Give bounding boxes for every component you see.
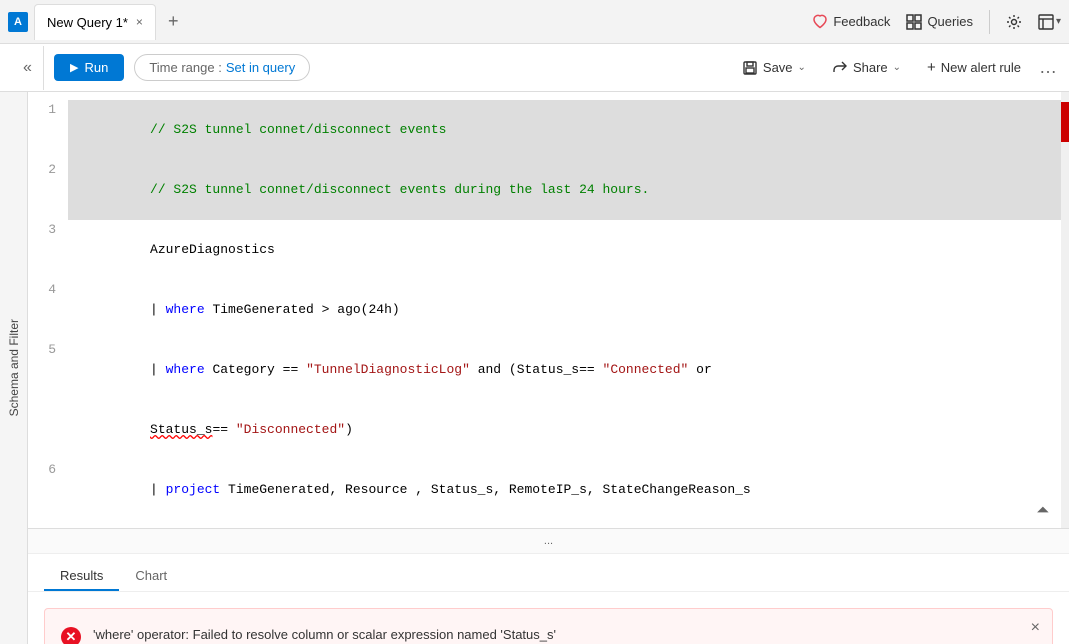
run-label: Run — [84, 60, 108, 75]
code-line-4: 4 | where TimeGenerated > ago(24h) — [28, 280, 1069, 340]
code-editor[interactable]: 1 // S2S tunnel connet/disconnect events… — [28, 92, 1069, 529]
line-number-5: 5 — [28, 340, 68, 360]
settings-button[interactable] — [1006, 14, 1022, 30]
error-icon: ✕ — [61, 627, 81, 644]
chevron-down-icon: ▾ — [1056, 16, 1061, 27]
grid-icon — [906, 14, 922, 30]
save-chevron-icon: ⌄ — [798, 62, 806, 73]
plus-icon: + — [927, 59, 936, 76]
code-line-3: 3 AzureDiagnostics — [28, 220, 1069, 280]
line-content-1: // S2S tunnel connet/disconnect events — [68, 100, 1069, 160]
title-bar-divider — [989, 10, 990, 34]
editor-scrollbar[interactable] — [1061, 92, 1069, 528]
collapse-editor-button[interactable]: ⏶ — [1036, 502, 1049, 520]
feedback-button[interactable]: Feedback — [812, 14, 890, 30]
save-icon — [742, 60, 758, 76]
code-line-5b: Status_s== "Disconnected") — [28, 400, 1069, 460]
schema-filter-sidebar[interactable]: Schema and Filter — [0, 92, 28, 644]
line-number-1: 1 — [28, 100, 68, 120]
line-content-4: | where TimeGenerated > ago(24h) — [68, 280, 1069, 340]
expand-handle[interactable]: ... — [28, 529, 1069, 554]
error-message-line1: 'where' operator: Failed to resolve colu… — [93, 625, 698, 644]
gear-icon — [1006, 14, 1022, 30]
line-content-5: | where Category == "TunnelDiagnosticLog… — [68, 340, 1069, 400]
line-content-5b: Status_s== "Disconnected") — [68, 400, 1069, 460]
view-button[interactable]: ▾ — [1038, 14, 1061, 30]
share-chevron-icon: ⌄ — [893, 62, 901, 73]
toolbar: « ▶ Run Time range : Set in query Save ⌄… — [0, 44, 1069, 92]
editor-results-area: 1 // S2S tunnel connet/disconnect events… — [28, 92, 1069, 644]
error-close-button[interactable]: × — [1031, 619, 1040, 637]
tab-label: New Query 1* — [47, 15, 128, 30]
results-area: Results Chart ✕ 'where' operator: Failed… — [28, 554, 1069, 644]
more-options-button[interactable]: … — [1039, 57, 1057, 78]
time-range-prefix: Time range : — [149, 60, 222, 75]
layout-icon — [1038, 14, 1054, 30]
line-content-3: AzureDiagnostics — [68, 220, 1069, 280]
main-content: Schema and Filter 1 // S2S tunnel connet… — [0, 92, 1069, 644]
error-container: ✕ 'where' operator: Failed to resolve co… — [44, 608, 1053, 644]
tab-close-icon[interactable]: × — [136, 15, 143, 29]
heart-icon — [812, 14, 828, 30]
new-alert-label: New alert rule — [941, 60, 1021, 75]
save-label: Save — [763, 60, 793, 75]
chevron-left-icon: « — [23, 59, 32, 77]
app-logo: A — [8, 12, 28, 32]
run-button[interactable]: ▶ Run — [54, 54, 124, 81]
editor-scroll-thumb — [1061, 102, 1069, 142]
line-number-6: 6 — [28, 460, 68, 480]
add-tab-button[interactable]: + — [162, 11, 185, 32]
query-tab[interactable]: New Query 1* × — [34, 4, 156, 40]
code-line-2: 2 // S2S tunnel connet/disconnect events… — [28, 160, 1069, 220]
feedback-label: Feedback — [833, 14, 890, 29]
line-content-6: | project TimeGenerated, Resource , Stat… — [68, 460, 1069, 520]
line-number-2: 2 — [28, 160, 68, 180]
results-tabs: Results Chart — [28, 554, 1069, 592]
title-bar-left: A New Query 1* × + — [8, 4, 184, 40]
play-icon: ▶ — [70, 61, 78, 74]
save-button[interactable]: Save ⌄ — [734, 56, 814, 80]
sidebar-toggle-button[interactable]: « — [12, 46, 44, 90]
line-number-3: 3 — [28, 220, 68, 240]
share-label: Share — [853, 60, 888, 75]
code-line-1: 1 // S2S tunnel connet/disconnect events — [28, 100, 1069, 160]
title-bar-right: Feedback Queries ▾ — [812, 10, 1061, 34]
code-line-5: 5 | where Category == "TunnelDiagnosticL… — [28, 340, 1069, 400]
line-number-4: 4 — [28, 280, 68, 300]
sidebar-label: Schema and Filter — [7, 319, 21, 416]
tab-chart[interactable]: Chart — [119, 562, 183, 591]
error-text: 'where' operator: Failed to resolve colu… — [93, 625, 698, 644]
time-range-button[interactable]: Time range : Set in query — [134, 54, 310, 81]
line-content-2: // S2S tunnel connet/disconnect events d… — [68, 160, 1069, 220]
queries-label: Queries — [927, 14, 973, 29]
expand-handle-dots: ... — [544, 535, 553, 547]
queries-button[interactable]: Queries — [906, 14, 973, 30]
share-button[interactable]: Share ⌄ — [824, 56, 909, 80]
code-line-6: 6 | project TimeGenerated, Resource , St… — [28, 460, 1069, 520]
new-alert-button[interactable]: + New alert rule — [919, 55, 1029, 80]
tab-results[interactable]: Results — [44, 562, 119, 591]
time-range-value: Set in query — [226, 60, 295, 75]
share-icon — [832, 60, 848, 76]
title-bar: A New Query 1* × + Feedback Queries — [0, 0, 1069, 44]
